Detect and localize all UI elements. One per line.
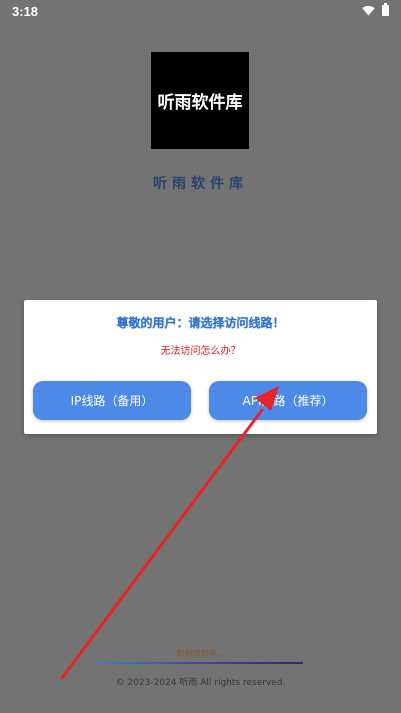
app-logo: 听雨软件库 bbox=[151, 52, 249, 149]
status-bar: 3:18 bbox=[0, 0, 401, 24]
ip-route-button[interactable]: IP线路（备用） bbox=[33, 381, 191, 420]
dialog-title: 尊敬的用户：请选择访问线路！ bbox=[116, 316, 285, 330]
screen: 3:18 听雨软件库 听雨软件库 尊敬的用户：请选择访问线路！ 无法访问怎么办？… bbox=[0, 0, 401, 713]
app-title: 听雨软件库 bbox=[153, 176, 248, 192]
help-link[interactable]: 无法访问怎么办？ bbox=[24, 342, 377, 357]
logo-text: 听雨软件库 bbox=[157, 93, 243, 113]
loading-progress-bar bbox=[97, 662, 303, 664]
loading-text: 数据加载中... bbox=[176, 649, 225, 658]
api-route-button[interactable]: API线路（推荐） bbox=[209, 381, 367, 420]
battery-icon bbox=[382, 3, 389, 16]
copyright-text: © 2023-2024 听雨 All rights reserved. bbox=[115, 678, 286, 688]
status-time: 3:18 bbox=[12, 4, 39, 19]
status-icons bbox=[362, 3, 389, 16]
route-select-dialog: 尊敬的用户：请选择访问线路！ 无法访问怎么办？ IP线路（备用） API线路（推… bbox=[24, 300, 377, 434]
wifi-icon bbox=[362, 5, 375, 16]
